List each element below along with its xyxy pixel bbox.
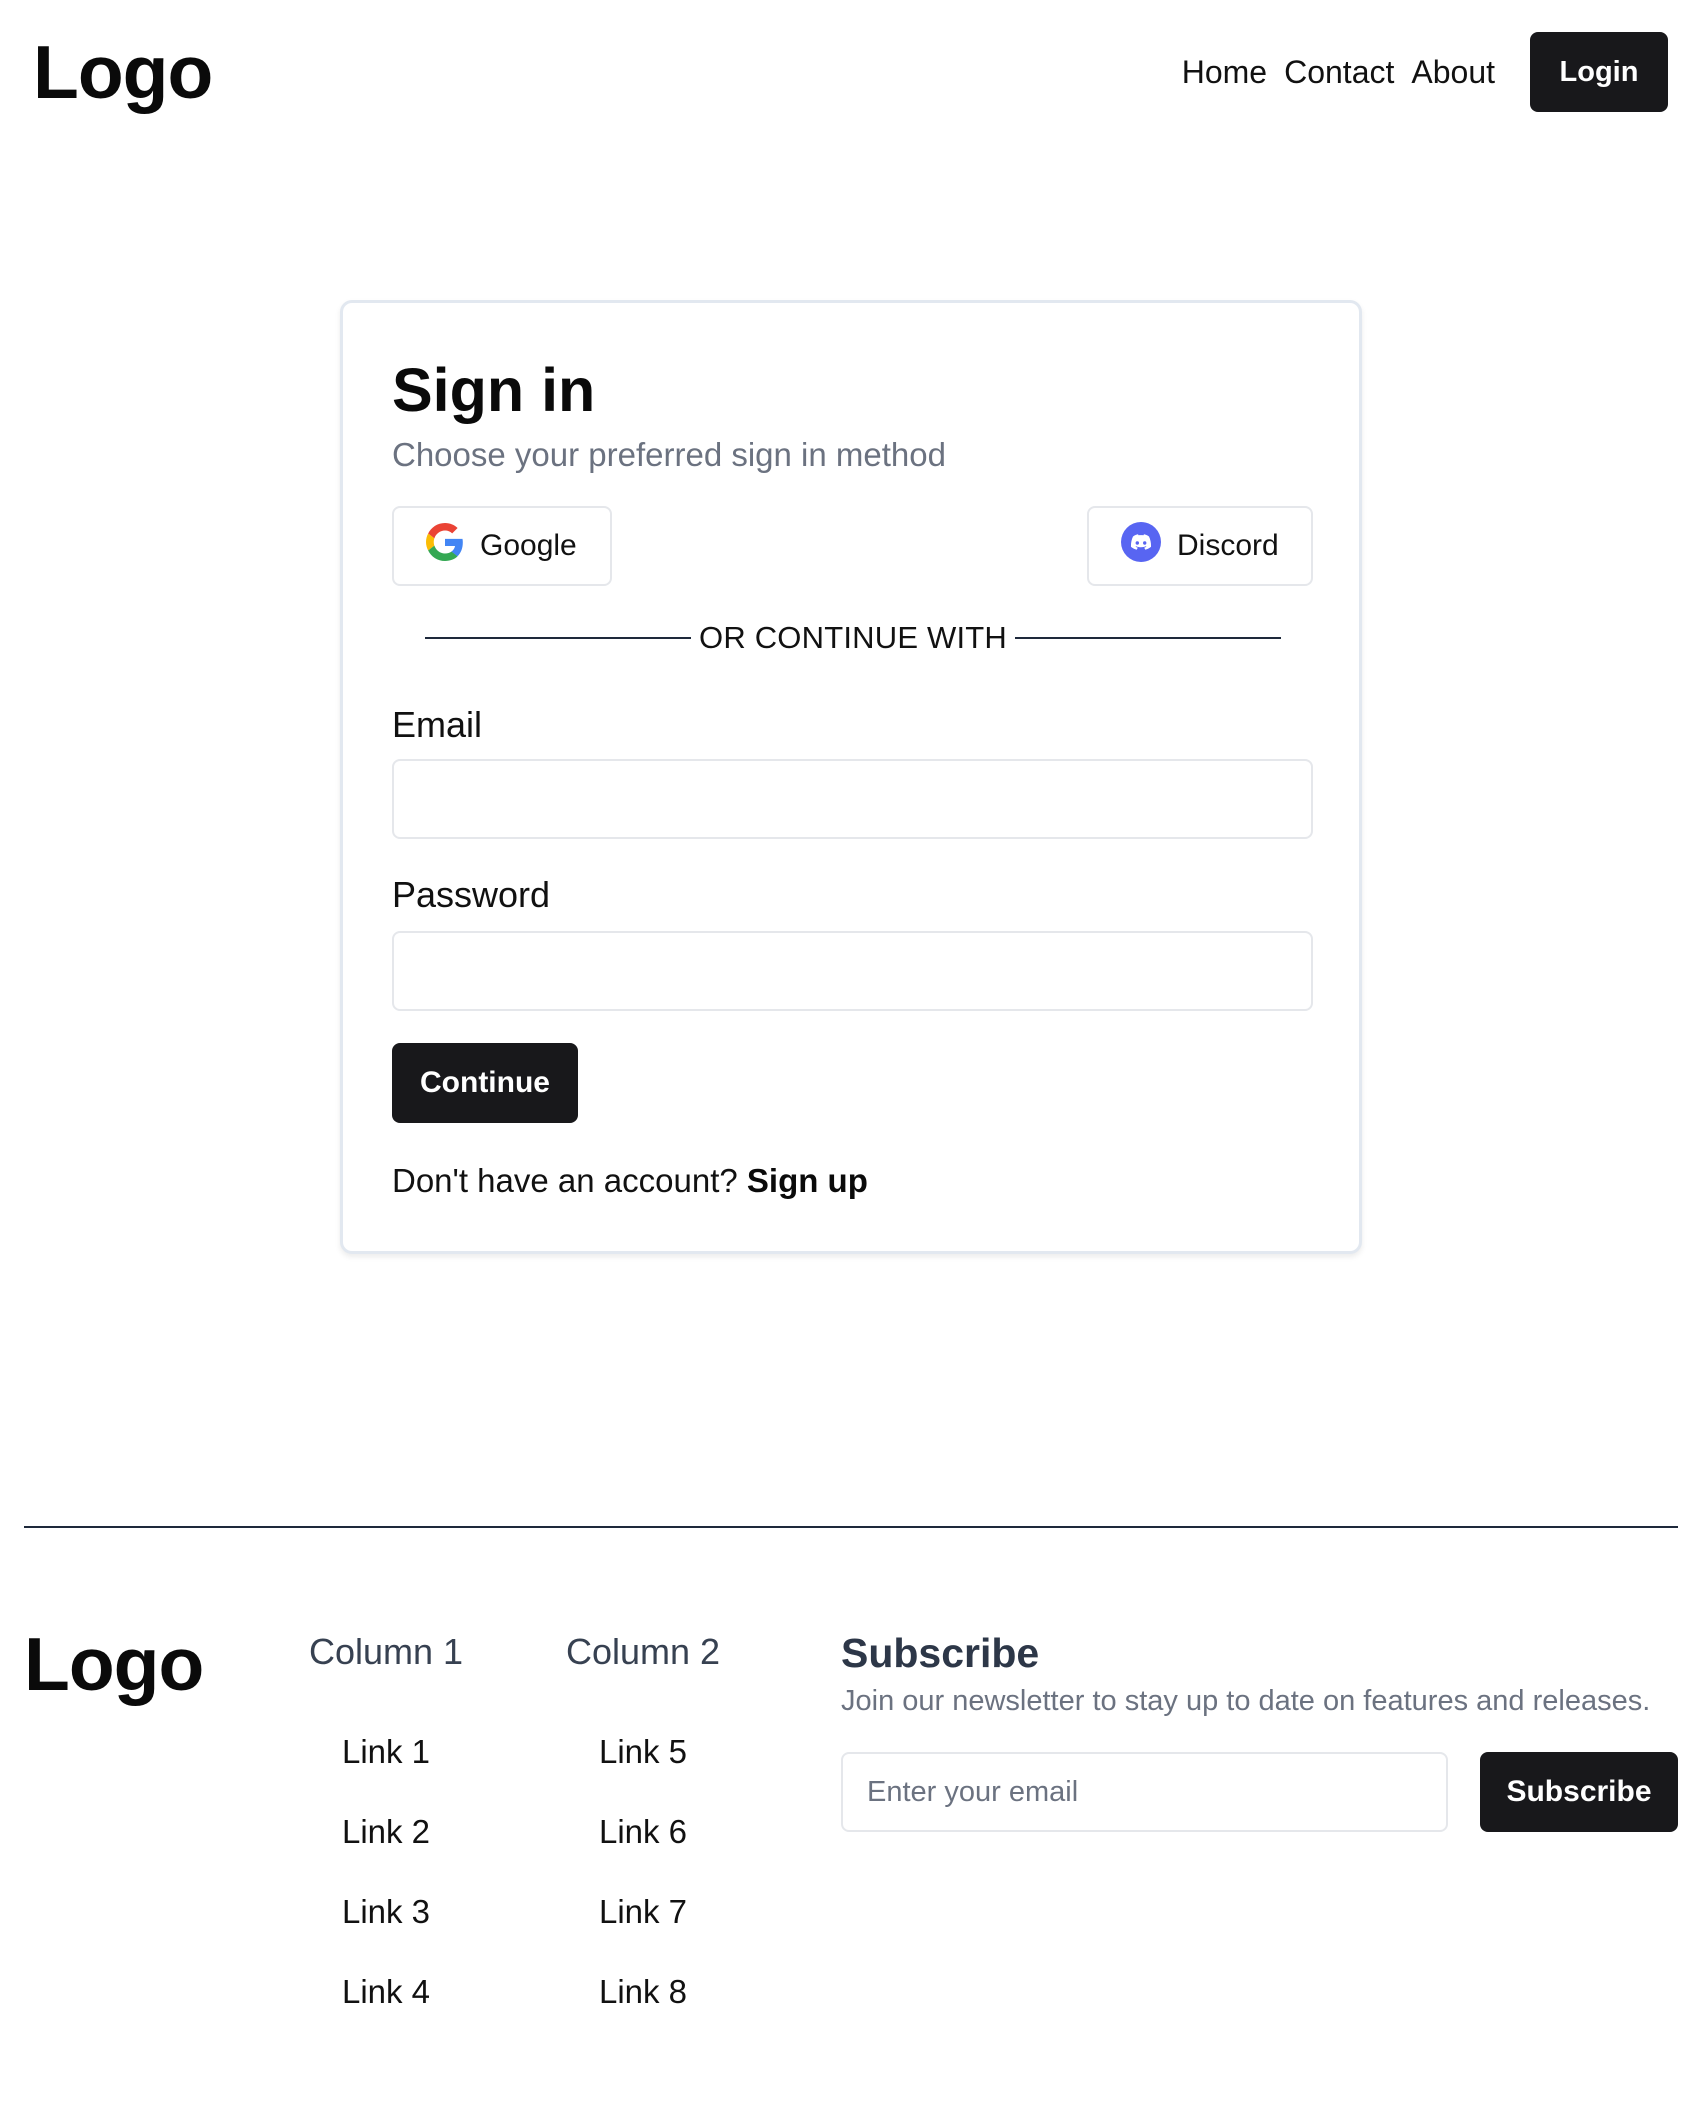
footer-column-title: Column 1 (308, 1631, 464, 1672)
footer-column-1: Column 1 Link 1 Link 2 Link 3 Link 4 (281, 1630, 491, 2050)
signup-prompt: Don't have an account? (392, 1162, 738, 1199)
main-nav: Home Contact About (1182, 52, 1495, 92)
subscribe-title: Subscribe (841, 1630, 1040, 1676)
discord-icon (1121, 522, 1161, 570)
password-label: Password (392, 874, 551, 915)
nav-link-contact[interactable]: Contact (1284, 52, 1394, 92)
nav-link-about[interactable]: About (1411, 52, 1495, 92)
google-signin-button[interactable]: Google (392, 506, 612, 586)
signin-card: Sign in Choose your preferred sign in me… (340, 300, 1362, 1254)
google-label: Google (480, 529, 577, 562)
signup-link[interactable]: Sign up (747, 1162, 868, 1199)
logo[interactable]: Logo (33, 30, 213, 115)
footer-link-6[interactable]: Link 6 (538, 1810, 748, 1890)
login-button[interactable]: Login (1530, 32, 1668, 112)
footer-link-5[interactable]: Link 5 (538, 1730, 748, 1810)
divider-line-right (1015, 637, 1282, 639)
footer-link-3[interactable]: Link 3 (281, 1890, 491, 1970)
discord-signin-button[interactable]: Discord (1087, 506, 1313, 586)
signup-row: Don't have an account? Sign up (392, 1159, 868, 1203)
subscribe-button[interactable]: Subscribe (1480, 1752, 1678, 1832)
footer-link-2[interactable]: Link 2 (281, 1810, 491, 1890)
footer-column-2: Column 2 Link 5 Link 6 Link 7 Link 8 (538, 1630, 748, 2050)
footer-divider (24, 1526, 1678, 1528)
signin-title: Sign in (392, 356, 596, 424)
newsletter-email-input[interactable] (841, 1752, 1448, 1832)
footer-link-7[interactable]: Link 7 (538, 1890, 748, 1970)
continue-button[interactable]: Continue (392, 1043, 578, 1123)
footer-link-1[interactable]: Link 1 (281, 1730, 491, 1810)
divider-text: OR CONTINUE WITH (699, 620, 1008, 655)
or-divider: OR CONTINUE WITH (425, 618, 1282, 658)
google-icon (426, 523, 464, 569)
signin-subtitle: Choose your preferred sign in method (392, 436, 946, 473)
password-field[interactable] (392, 931, 1313, 1011)
divider-line-left (425, 637, 691, 639)
email-label: Email (392, 704, 483, 745)
footer-link-4[interactable]: Link 4 (281, 1970, 491, 2050)
site-header: Logo Home Contact About Login (0, 0, 1700, 150)
discord-label: Discord (1177, 529, 1279, 562)
footer-column-title: Column 2 (565, 1631, 721, 1672)
email-field[interactable] (392, 759, 1313, 839)
footer-link-8[interactable]: Link 8 (538, 1970, 748, 2050)
subscribe-description: Join our newsletter to stay up to date o… (841, 1685, 1651, 1717)
nav-link-home[interactable]: Home (1182, 52, 1267, 92)
footer-logo[interactable]: Logo (24, 1622, 204, 1707)
